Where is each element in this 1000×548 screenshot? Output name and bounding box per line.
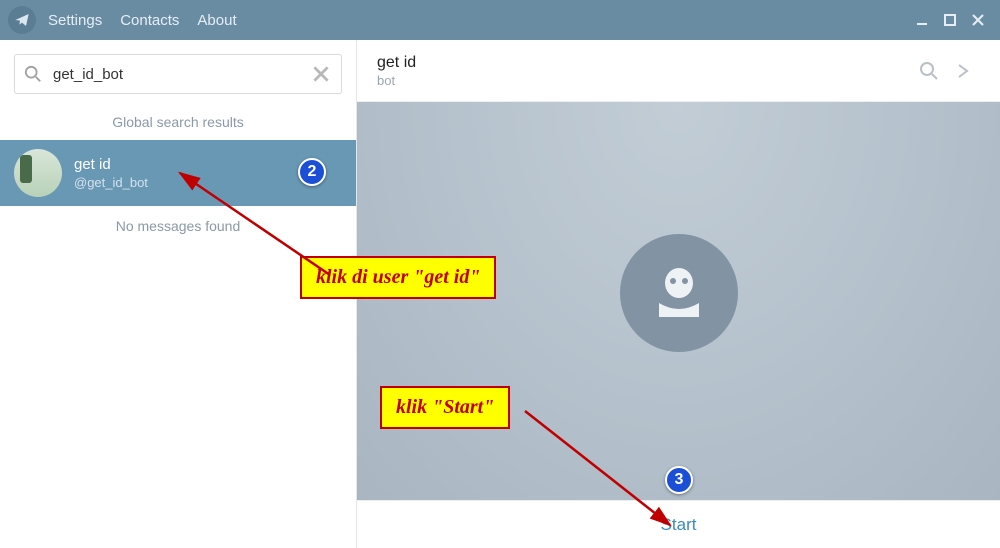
search-icon <box>24 65 42 83</box>
result-avatar <box>14 149 62 197</box>
header-more-icon[interactable] <box>946 54 980 88</box>
window-close[interactable] <box>964 6 992 34</box>
menu-about[interactable]: About <box>197 12 236 29</box>
window-minimize[interactable] <box>908 6 936 34</box>
result-name: get id <box>74 156 148 173</box>
search-box <box>14 54 342 94</box>
callout-user: klik di user "get id" <box>300 256 496 299</box>
app-logo <box>8 6 36 34</box>
no-messages-label: No messages found <box>0 206 356 244</box>
menu-contacts[interactable]: Contacts <box>120 12 179 29</box>
step-badge-2: 2 <box>298 158 326 186</box>
search-input[interactable] <box>14 54 342 94</box>
step-badge-3: 3 <box>665 466 693 494</box>
chat-area <box>357 102 1000 500</box>
start-button[interactable]: Start <box>661 515 697 535</box>
window-maximize[interactable] <box>936 6 964 34</box>
menu-settings[interactable]: Settings <box>48 12 102 29</box>
chat-footer: Start <box>357 500 1000 548</box>
result-handle: @get_id_bot <box>74 175 148 190</box>
titlebar: Settings Contacts About <box>0 0 1000 40</box>
chat-header: get id bot <box>357 40 1000 102</box>
chat-title: get id <box>377 54 416 72</box>
callout-start: klik "Start" <box>380 386 510 429</box>
header-search-icon[interactable] <box>912 54 946 88</box>
search-result-item[interactable]: get id @get_id_bot 2 <box>0 140 356 206</box>
global-search-label: Global search results <box>0 102 356 140</box>
bot-avatar <box>620 234 738 352</box>
clear-search-icon[interactable] <box>310 63 332 85</box>
chat-subtitle: bot <box>377 73 416 88</box>
